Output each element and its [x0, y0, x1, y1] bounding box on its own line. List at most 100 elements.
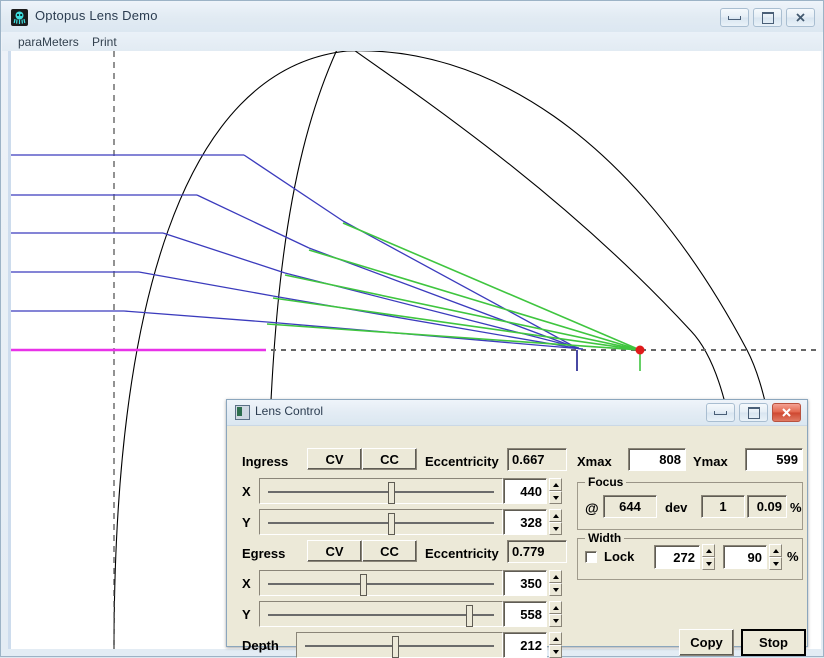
focus-at-value: 644 [603, 495, 657, 518]
menu-item-parameters[interactable]: paraMeters [14, 35, 83, 49]
stepper-down-icon[interactable] [702, 557, 715, 570]
width-percent-value[interactable]: 90 [723, 545, 767, 569]
slider-track [305, 645, 494, 647]
egress-x-stepper[interactable] [549, 570, 562, 596]
focus-group-title: Focus [585, 475, 626, 489]
stepper-down-icon[interactable] [549, 583, 562, 596]
ymax-value[interactable]: 599 [745, 448, 803, 471]
stepper-up-icon[interactable] [549, 509, 562, 522]
minimize-button[interactable] [720, 8, 749, 27]
focus-at-label: @ [585, 500, 599, 516]
egress-y-stepper[interactable] [549, 601, 562, 627]
stepper-down-icon[interactable] [549, 491, 562, 504]
ingress-cc-button[interactable]: CC [362, 448, 417, 470]
slider-track [268, 491, 494, 493]
maximize-button[interactable] [753, 8, 782, 27]
egress-y-label: Y [242, 607, 251, 622]
stepper-up-icon[interactable] [549, 478, 562, 491]
exit-ray-5 [267, 324, 640, 350]
exit-ray-2 [309, 250, 640, 350]
width-lock-checkbox[interactable] [585, 551, 597, 563]
dialog-title: Lens Control [255, 404, 323, 418]
ingress-eccentricity-label: Eccentricity [425, 454, 499, 469]
copy-button[interactable]: Copy [679, 629, 734, 656]
stop-button[interactable]: Stop [741, 629, 806, 656]
egress-y-slider[interactable] [259, 601, 503, 627]
lens-control-dialog: Lens Control Ingress CV CC Eccentricity … [226, 399, 808, 647]
egress-x-value[interactable]: 350 [503, 570, 547, 596]
menu-bar: paraMeters Print [2, 32, 822, 51]
stepper-down-icon[interactable] [549, 645, 562, 658]
stepper-up-icon[interactable] [549, 601, 562, 614]
exit-ray-1 [343, 223, 640, 350]
ymax-label: Ymax [693, 454, 728, 469]
slider-thumb[interactable] [466, 605, 473, 627]
ingress-y-label: Y [242, 515, 251, 530]
stepper-up-icon[interactable] [702, 544, 715, 557]
dialog-maximize-button[interactable] [739, 403, 768, 422]
main-window: Optopus Lens Demo paraMeters Print [0, 0, 824, 657]
ingress-label: Ingress [242, 454, 288, 469]
slider-thumb[interactable] [388, 482, 395, 504]
depth-stepper[interactable] [549, 632, 562, 658]
egress-cv-button[interactable]: CV [307, 540, 362, 562]
dialog-minimize-button[interactable] [706, 403, 735, 422]
width-group-title: Width [585, 531, 624, 545]
dialog-window-controls [706, 403, 801, 422]
focus-percent-label: % [790, 500, 802, 515]
stepper-down-icon[interactable] [769, 557, 782, 570]
focus-dev-value: 1 [701, 495, 745, 518]
ingress-x-stepper[interactable] [549, 478, 562, 504]
focus-dev-label: dev [665, 500, 687, 515]
stepper-up-icon[interactable] [769, 544, 782, 557]
stepper-up-icon[interactable] [549, 632, 562, 645]
title-bar: Optopus Lens Demo [1, 1, 823, 32]
ingress-y-value[interactable]: 328 [503, 509, 547, 535]
window-title: Optopus Lens Demo [35, 8, 158, 23]
lens-control-icon [235, 405, 250, 420]
inner-ray-2 [309, 248, 577, 348]
slider-track [268, 522, 494, 524]
slider-thumb[interactable] [392, 636, 399, 658]
ingress-y-stepper[interactable] [549, 509, 562, 535]
xmax-value[interactable]: 808 [628, 448, 686, 471]
optopus-app-icon [11, 9, 28, 26]
egress-x-label: X [242, 576, 251, 591]
close-button[interactable] [786, 8, 815, 27]
stepper-down-icon[interactable] [549, 522, 562, 535]
refracted-ray-3 [163, 233, 285, 273]
ingress-x-slider[interactable] [259, 478, 503, 504]
dialog-body: Ingress CV CC Eccentricity 0.667 Xmax 80… [229, 426, 805, 644]
slider-track [268, 583, 494, 585]
ingress-cv-button[interactable]: CV [307, 448, 362, 470]
egress-cc-button[interactable]: CC [362, 540, 417, 562]
dialog-close-button[interactable] [772, 403, 801, 422]
menu-item-print[interactable]: Print [88, 35, 121, 49]
egress-eccentricity-label: Eccentricity [425, 546, 499, 561]
width-stepper[interactable] [702, 544, 715, 570]
depth-value[interactable]: 212 [503, 632, 547, 658]
xmax-label: Xmax [577, 454, 612, 469]
slider-thumb[interactable] [388, 513, 395, 535]
window-controls [720, 8, 815, 27]
width-percent-stepper[interactable] [769, 544, 782, 570]
focus-dev-percent-value: 0.09 [747, 495, 787, 518]
refracted-ray-5 [124, 311, 267, 322]
ingress-x-label: X [242, 484, 251, 499]
depth-slider[interactable] [296, 632, 503, 658]
width-value[interactable]: 272 [654, 545, 700, 569]
focal-point-marker [636, 346, 645, 355]
depth-label: Depth [242, 638, 279, 653]
stepper-down-icon[interactable] [549, 614, 562, 627]
refracted-ray-4 [139, 272, 273, 296]
ingress-eccentricity-value: 0.667 [507, 448, 567, 471]
width-lock-label: Lock [604, 549, 634, 564]
width-percent-label: % [787, 549, 799, 564]
ingress-x-value[interactable]: 440 [503, 478, 547, 504]
egress-x-slider[interactable] [259, 570, 503, 596]
slider-thumb[interactable] [360, 574, 367, 596]
dialog-title-bar: Lens Control [227, 400, 807, 426]
ingress-y-slider[interactable] [259, 509, 503, 535]
stepper-up-icon[interactable] [549, 570, 562, 583]
egress-y-value[interactable]: 558 [503, 601, 547, 627]
